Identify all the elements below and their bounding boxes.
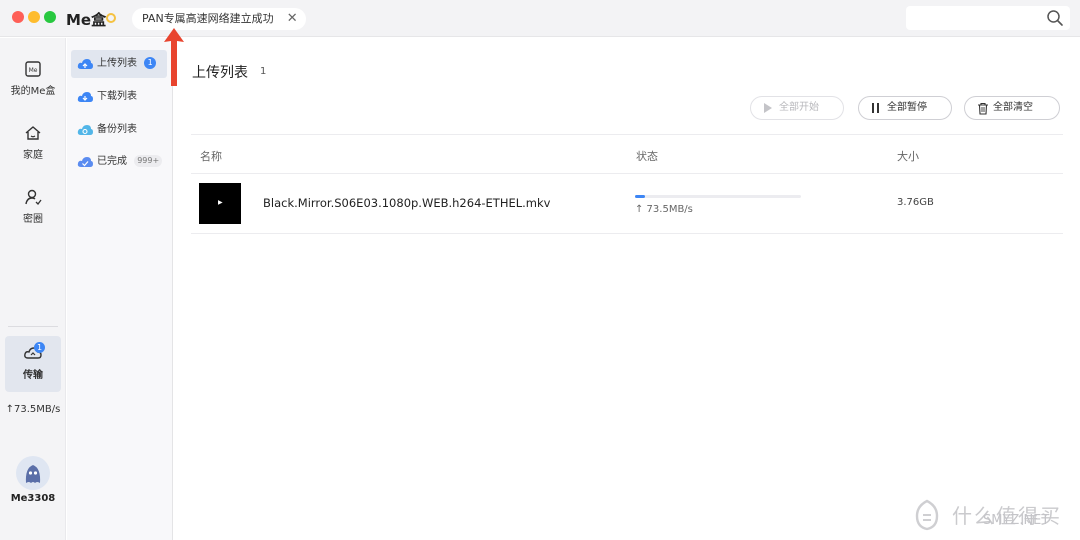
upload-rate: ↑ 73.5MB/s [635, 204, 693, 215]
column-name: 名称 [200, 150, 222, 163]
rail-item-label: 家庭 [23, 150, 43, 161]
pause-icon [872, 103, 879, 113]
rail-item-label: 密圈 [23, 214, 43, 225]
play-icon: ▶ [218, 199, 223, 206]
subnav-item-label: 下载列表 [97, 91, 137, 102]
watermark-logo-icon [915, 499, 939, 531]
clear-all-button[interactable]: 全部清空 [964, 96, 1060, 120]
window-close-button[interactable] [12, 11, 24, 23]
subnav-item-upload[interactable]: 上传列表 1 [71, 50, 167, 78]
pause-all-label: 全部暂停 [887, 102, 927, 113]
avatar[interactable] [16, 456, 50, 490]
play-icon [764, 103, 772, 113]
home-icon [25, 126, 41, 140]
subnav-item-download[interactable]: 下载列表 [71, 83, 167, 111]
ghost-avatar-icon [25, 465, 41, 483]
table-row[interactable]: ▶ Black.Mirror.S06E03.1080p.WEB.h264-ETH… [191, 174, 1063, 234]
rail-item-label: 我的Me盒 [10, 86, 56, 97]
file-name: Black.Mirror.S06E03.1080p.WEB.h264-ETHEL… [263, 196, 551, 210]
subnav-item-completed[interactable]: 已完成 999+ [71, 148, 167, 176]
trash-icon [978, 102, 988, 115]
watermark-subtext: SMYZ.NET [983, 513, 1050, 528]
upload-list-panel: 上传列表 1 全部开始 全部暂停 全部清空 名称 状态 大小 ▶ Black.M… [174, 38, 1080, 540]
column-size: 大小 [897, 150, 919, 163]
done-cloud-icon [77, 157, 93, 167]
transfer-badge: 1 [34, 342, 45, 353]
upload-count-badge: 1 [144, 57, 157, 69]
column-status: 状态 [636, 150, 658, 163]
subnav-item-label: 已完成 [97, 156, 127, 167]
network-notice-text: PAN专属高速网络建立成功 [142, 12, 274, 25]
start-all-label: 全部开始 [779, 102, 819, 113]
rail-item-home[interactable]: 家庭 [0, 124, 66, 161]
rail-item-circle[interactable]: 密圈 [0, 188, 66, 225]
completed-count-badge: 999+ [134, 155, 163, 167]
connection-status-icon [106, 13, 116, 23]
subnav-item-backup[interactable]: 备份列表 [71, 116, 167, 144]
search-input[interactable] [906, 6, 1070, 30]
me-box-icon: Me [25, 61, 41, 77]
svg-text:Me: Me [29, 67, 38, 74]
download-cloud-icon [77, 92, 93, 102]
clear-all-label: 全部清空 [993, 102, 1033, 113]
username: Me3308 [10, 493, 56, 504]
window-zoom-button[interactable] [44, 11, 56, 23]
rail-divider [8, 326, 58, 327]
upload-progress-bar [635, 195, 801, 198]
rail-item-label: 传输 [23, 370, 43, 381]
upload-cloud-icon [77, 59, 93, 69]
rail-item-me-box[interactable]: Me 我的Me盒 [0, 60, 66, 97]
video-thumbnail: ▶ [199, 183, 241, 224]
subnav-item-label: 备份列表 [97, 124, 137, 135]
transfer-subnav: 上传列表 1 下载列表 备份列表 已完成 999+ [67, 38, 173, 540]
network-notice: PAN专属高速网络建立成功 ✕ [132, 8, 306, 30]
table-header: 名称 状态 大小 [191, 134, 1063, 174]
start-all-button[interactable]: 全部开始 [750, 96, 844, 120]
left-rail: Me 我的Me盒 家庭 密圈 传输 1 ↑73.5MB/s Me3308 [0, 38, 66, 540]
close-icon[interactable]: ✕ [287, 8, 298, 30]
circle-icon [25, 189, 42, 205]
page-title: 上传列表 [192, 65, 248, 81]
app-title: Me盒 [66, 11, 107, 29]
rail-item-transfer-content[interactable]: 传输 [0, 344, 66, 381]
upload-progress-fill [635, 195, 645, 198]
file-size: 3.76GB [897, 197, 934, 208]
upload-speed: ↑73.5MB/s [5, 404, 61, 415]
subnav-item-label: 上传列表 [97, 58, 137, 69]
page-title-count: 1 [260, 66, 267, 77]
backup-cloud-icon [77, 125, 93, 135]
annotation-arrow-icon [164, 28, 184, 86]
search-icon[interactable] [1046, 9, 1064, 27]
pause-all-button[interactable]: 全部暂停 [858, 96, 952, 120]
window-minimize-button[interactable] [28, 11, 40, 23]
